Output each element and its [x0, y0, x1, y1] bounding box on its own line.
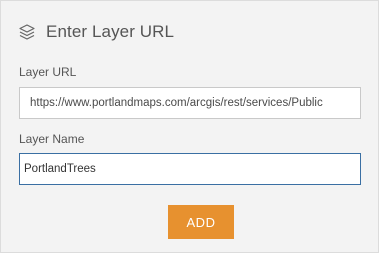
panel-title: Enter Layer URL	[46, 22, 175, 41]
layers-icon	[18, 23, 36, 41]
layer-name-label: Layer Name	[19, 132, 85, 146]
panel-header: Enter Layer URL	[18, 20, 174, 44]
add-layer-panel: Enter Layer URL Layer URL Layer Name ADD	[0, 0, 379, 253]
add-button[interactable]: ADD	[168, 205, 234, 239]
layer-name-input[interactable]	[19, 153, 361, 185]
layer-url-label: Layer URL	[19, 65, 77, 79]
layer-url-input[interactable]	[19, 87, 361, 119]
